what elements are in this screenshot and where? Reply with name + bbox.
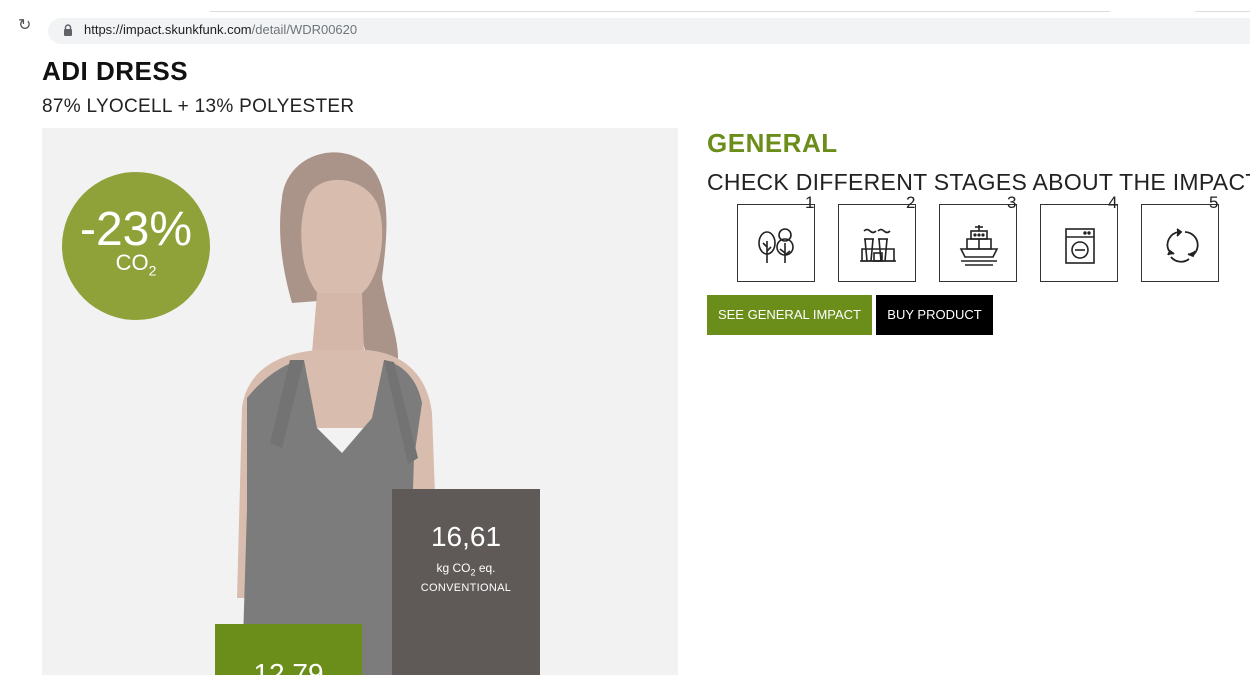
tab-strip-divider	[210, 11, 1110, 12]
conventional-unit-prefix: kg CO	[436, 561, 471, 575]
stages-subheading: CHECK DIFFERENT STAGES ABOUT THE IMPACT	[707, 169, 1250, 195]
reduction-unit: CO2	[62, 252, 210, 281]
product-title: ADI DRESS	[42, 56, 189, 86]
url-host: https://impact.skunkfunk.com	[84, 22, 252, 37]
reload-icon[interactable]: ↻	[18, 18, 34, 34]
brand-value: 12,79	[253, 658, 324, 675]
trees-icon	[758, 228, 794, 263]
buy-product-button[interactable]: BUY PRODUCT	[876, 295, 993, 335]
stage-number-2: 2	[906, 193, 916, 212]
section-heading-general: GENERAL	[707, 128, 838, 158]
stage-number-3: 3	[1007, 193, 1017, 212]
conventional-unit: kg CO2 eq.	[392, 561, 540, 579]
stage-button-2[interactable]: 2	[838, 193, 916, 282]
product-composition: 87% LYOCELL + 13% POLYESTER	[42, 96, 355, 117]
lock-icon	[64, 24, 72, 36]
conventional-impact-bar: 16,61 kg CO2 eq. CONVENTIONAL	[392, 489, 540, 675]
recycle-icon	[1166, 228, 1199, 263]
reduction-percentage: -23%	[79, 203, 193, 256]
stage-number-1: 1	[805, 193, 815, 212]
url-path: /detail/WDR00620	[251, 22, 358, 37]
stage-button-3[interactable]: 3	[939, 193, 1017, 282]
url-text[interactable]: https://impact.skunkfunk.com/detail/WDR0…	[84, 22, 357, 38]
stage-button-5[interactable]: 5	[1141, 193, 1219, 282]
stage-number-4: 4	[1108, 193, 1118, 212]
factory-icon	[860, 228, 896, 262]
conventional-value: 16,61	[430, 521, 502, 552]
conventional-label: CONVENTIONAL	[420, 582, 512, 594]
ship-icon	[959, 225, 999, 266]
stage-number-5: 5	[1209, 193, 1219, 212]
washing-machine-icon	[1065, 228, 1095, 264]
conventional-unit-suffix: eq.	[475, 561, 496, 575]
browser-address-bar: ↻ https://impact.skunkfunk.com/detail/WD…	[0, 0, 1250, 46]
see-general-impact-button[interactable]: SEE GENERAL IMPACT	[707, 295, 872, 335]
tab-strip-divider-right	[1195, 11, 1250, 12]
reduction-unit-sub: 2	[148, 262, 157, 279]
reduction-unit-main: CO	[115, 250, 149, 275]
co2-reduction-badge: -23% CO2	[62, 172, 210, 320]
stage-button-1[interactable]: 1	[737, 193, 815, 282]
brand-impact-bar: 12,79	[215, 624, 362, 675]
stage-button-4[interactable]: 4	[1040, 193, 1118, 282]
